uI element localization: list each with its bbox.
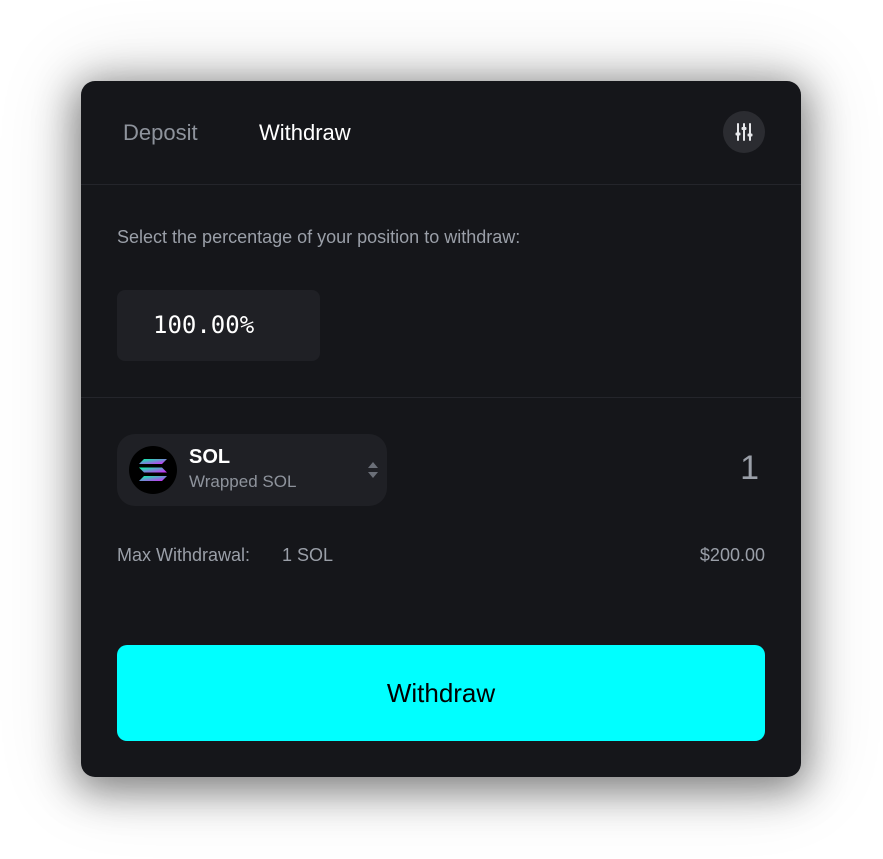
tab-withdraw[interactable]: Withdraw — [259, 118, 351, 148]
withdraw-amount[interactable]: 1 — [740, 449, 759, 488]
page: Deposit Withdraw Select the percentage o… — [0, 0, 883, 859]
percentage-section: Select the percentage of your position t… — [81, 185, 801, 398]
percentage-input-box[interactable]: 100.00% — [117, 290, 320, 361]
withdraw-panel: Deposit Withdraw Select the percentage o… — [81, 81, 801, 777]
percentage-input[interactable]: 100.00% — [153, 290, 254, 361]
settings-button[interactable] — [723, 111, 765, 153]
max-withdrawal-value: 1 SOL — [282, 545, 334, 565]
tab-bar: Deposit Withdraw — [81, 81, 801, 185]
token-symbol: SOL — [189, 446, 231, 468]
withdraw-button[interactable]: Withdraw — [117, 645, 765, 741]
percentage-prompt: Select the percentage of your position t… — [117, 227, 521, 247]
tab-deposit[interactable]: Deposit — [123, 118, 198, 148]
sliders-icon — [735, 123, 753, 141]
token-selector[interactable]: SOL Wrapped SOL — [117, 434, 387, 506]
max-withdrawal-label: Max Withdrawal: — [117, 545, 251, 565]
chevron-up-down-icon — [368, 462, 378, 478]
token-name: Wrapped SOL — [189, 472, 297, 491]
solana-logo — [129, 446, 177, 494]
usd-value: $200.00 — [699, 545, 765, 565]
